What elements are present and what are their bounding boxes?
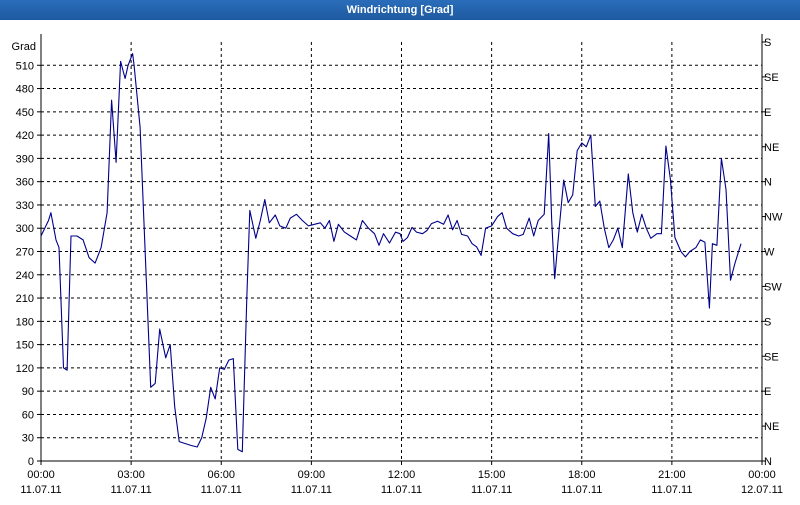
chart-area: 0 30 60 90 120 150 180 210 240 270 300 330 360 390 420…: [0, 20, 800, 500]
x-tick-date: 11.07.11: [561, 484, 602, 496]
x-tick-time: 00:00: [27, 469, 55, 481]
y-tick-label: 300: [16, 223, 34, 235]
right-tick-label: SW: [764, 281, 782, 293]
x-tick-date: 11.07.11: [471, 484, 512, 496]
right-tick-label: SE: [764, 72, 779, 84]
right-tick-label: NW: [764, 212, 783, 224]
chart-window: Windrichtung [Grad] 0 30 60 90 120 150 180 210 2…: [0, 0, 800, 500]
y-tick-label: 390: [16, 153, 34, 165]
right-tick-label: E: [764, 386, 771, 398]
right-tick-label: N: [764, 456, 772, 468]
x-tick-time: 15:00: [478, 469, 506, 481]
right-tick-label: E: [764, 107, 771, 119]
right-tick-label: SE: [764, 351, 779, 363]
y-tick-label: 0: [28, 456, 34, 468]
y-tick-label: 150: [16, 340, 34, 352]
x-tick-time: 00:00: [748, 469, 776, 481]
x-tick-time: 18:00: [568, 469, 596, 481]
y-tick-label: 90: [22, 386, 34, 398]
right-tick-label: N: [764, 177, 772, 189]
y-axis-label: Grad: [12, 41, 36, 53]
x-tick-time: 09:00: [298, 469, 326, 481]
right-tick-label: NE: [764, 421, 779, 433]
y-tick-label: 330: [16, 200, 34, 212]
right-tick-label: S: [764, 316, 771, 328]
x-tick-date: 11.07.11: [20, 484, 61, 496]
series-line-0: [40, 53, 742, 453]
x-tick-time: 21:00: [658, 469, 686, 481]
y-tick-label: 60: [22, 409, 34, 421]
y-tick-label: 510: [16, 60, 34, 72]
x-tick-date: 11.07.11: [651, 484, 692, 496]
right-tick-label: NE: [764, 142, 779, 154]
x-tick-time: 12:00: [388, 469, 416, 481]
x-tick-date: 11.07.11: [111, 484, 152, 496]
x-tick-date: 11.07.11: [201, 484, 242, 496]
wind-direction-chart: 0 30 60 90 120 150 180 210 240 270 300 330 360 390 420…: [12, 34, 783, 496]
x-tick-date: 12.07.11: [741, 484, 783, 496]
y-tick-label: 360: [16, 177, 34, 189]
x-tick-time: 06:00: [207, 469, 235, 481]
y-tick-label: 180: [16, 316, 34, 328]
right-tick-label: S: [764, 37, 771, 49]
y-tick-label: 240: [16, 270, 34, 282]
y-tick-label: 210: [16, 293, 34, 305]
x-tick-date: 11.07.11: [291, 484, 332, 496]
x-tick-date: 11.07.11: [381, 484, 422, 496]
y-tick-label: 450: [16, 107, 34, 119]
y-tick-label: 270: [16, 247, 34, 259]
y-tick-label: 480: [16, 84, 34, 96]
right-tick-label: W: [764, 247, 775, 259]
x-tick-time: 03:00: [117, 469, 145, 481]
y-tick-label: 120: [16, 363, 34, 375]
window-title: Windrichtung [Grad]: [0, 0, 800, 20]
y-tick-label: 420: [16, 130, 34, 142]
y-tick-label: 30: [22, 433, 34, 445]
